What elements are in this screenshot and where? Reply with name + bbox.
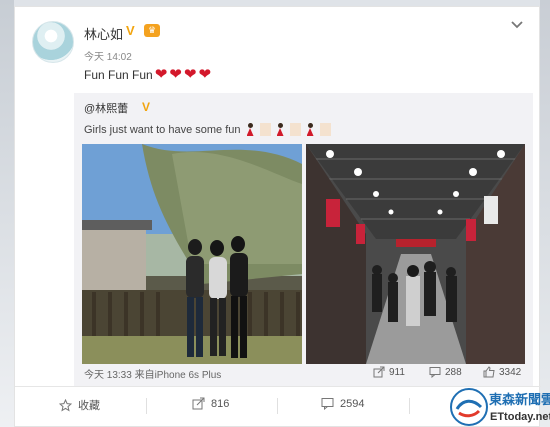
- photo-thumbnail[interactable]: [306, 144, 525, 364]
- skin-tone-emoji-icon: [289, 123, 301, 136]
- action-separator: [409, 398, 410, 414]
- action-separator: [146, 398, 147, 414]
- skin-tone-emoji-icon: [259, 123, 271, 136]
- background-right: [540, 0, 550, 427]
- post-author-name[interactable]: 林心如: [84, 24, 123, 43]
- background-left: [0, 0, 14, 427]
- post-text: Fun Fun Fun: [84, 68, 153, 82]
- comment-count: 288: [445, 366, 462, 378]
- comment-count-stat[interactable]: 288: [429, 366, 462, 378]
- weibo-post-card: 林心如 V ♛ 今天 14:02 Fun Fun Fun ❤ ❤ ❤ ❤ @林熙…: [14, 6, 550, 427]
- post-timestamp[interactable]: 今天 14:02: [84, 48, 132, 63]
- like-count: 3342: [499, 366, 522, 378]
- post-text-row: Fun Fun Fun ❤ ❤ ❤ ❤: [84, 66, 212, 83]
- watermark-site: ETtoday.net: [490, 411, 550, 423]
- favorite-button[interactable]: 收藏: [59, 397, 100, 413]
- repost-count-stat[interactable]: 911: [373, 366, 405, 378]
- favorite-label: 收藏: [78, 400, 100, 412]
- share-count: 816: [211, 397, 230, 410]
- repost-meta: 今天 13:33 来自iPhone 6s Plus: [84, 370, 222, 381]
- ettoday-watermark-logo: 東森新聞雲 ETtoday.net: [450, 388, 550, 426]
- original-post-text: Girls just want to have some fun: [84, 123, 241, 136]
- dancer-emoji-icon: [305, 123, 316, 136]
- photo-thumbnail[interactable]: [82, 144, 302, 364]
- dancer-emoji-icon: [245, 123, 256, 136]
- skin-tone-emoji-icon: [319, 123, 331, 136]
- heart-emoji-icon: ❤: [183, 66, 197, 83]
- original-text-row: Girls just want to have some fun: [84, 123, 331, 136]
- member-badge-icon: ♛: [144, 24, 160, 37]
- like-count-stat[interactable]: 3342: [483, 366, 521, 378]
- comment-icon: [321, 398, 334, 410]
- heart-emoji-icon: ❤: [169, 66, 182, 83]
- heart-emoji-icon: ❤: [154, 66, 168, 83]
- action-separator: [277, 398, 278, 414]
- verified-badge-icon: V: [142, 100, 151, 114]
- avatar[interactable]: [32, 21, 74, 63]
- share-icon: [192, 397, 205, 410]
- comment-icon: [429, 367, 441, 378]
- repost-box: @林熙蕾 V Girls just want to have some fun: [74, 93, 533, 386]
- original-author-link[interactable]: @林熙蕾: [84, 100, 128, 116]
- repost-count: 911: [389, 366, 405, 378]
- outdoor-photo-drawing: [82, 144, 302, 364]
- verified-badge-icon: V: [126, 23, 135, 38]
- heart-emoji-icon: ❤: [198, 66, 212, 83]
- watermark-name: 東森新聞雲: [489, 392, 550, 408]
- thumbs-up-icon: [483, 366, 495, 378]
- comment-count: 2594: [340, 397, 365, 410]
- comment-button[interactable]: 2594: [321, 397, 364, 410]
- star-icon: [59, 398, 72, 412]
- chevron-down-icon[interactable]: [509, 19, 525, 31]
- share-button[interactable]: 816: [192, 397, 229, 410]
- arcade-photo-drawing: [306, 144, 525, 364]
- dancer-emoji-icon: [275, 123, 286, 136]
- share-icon: [373, 366, 385, 378]
